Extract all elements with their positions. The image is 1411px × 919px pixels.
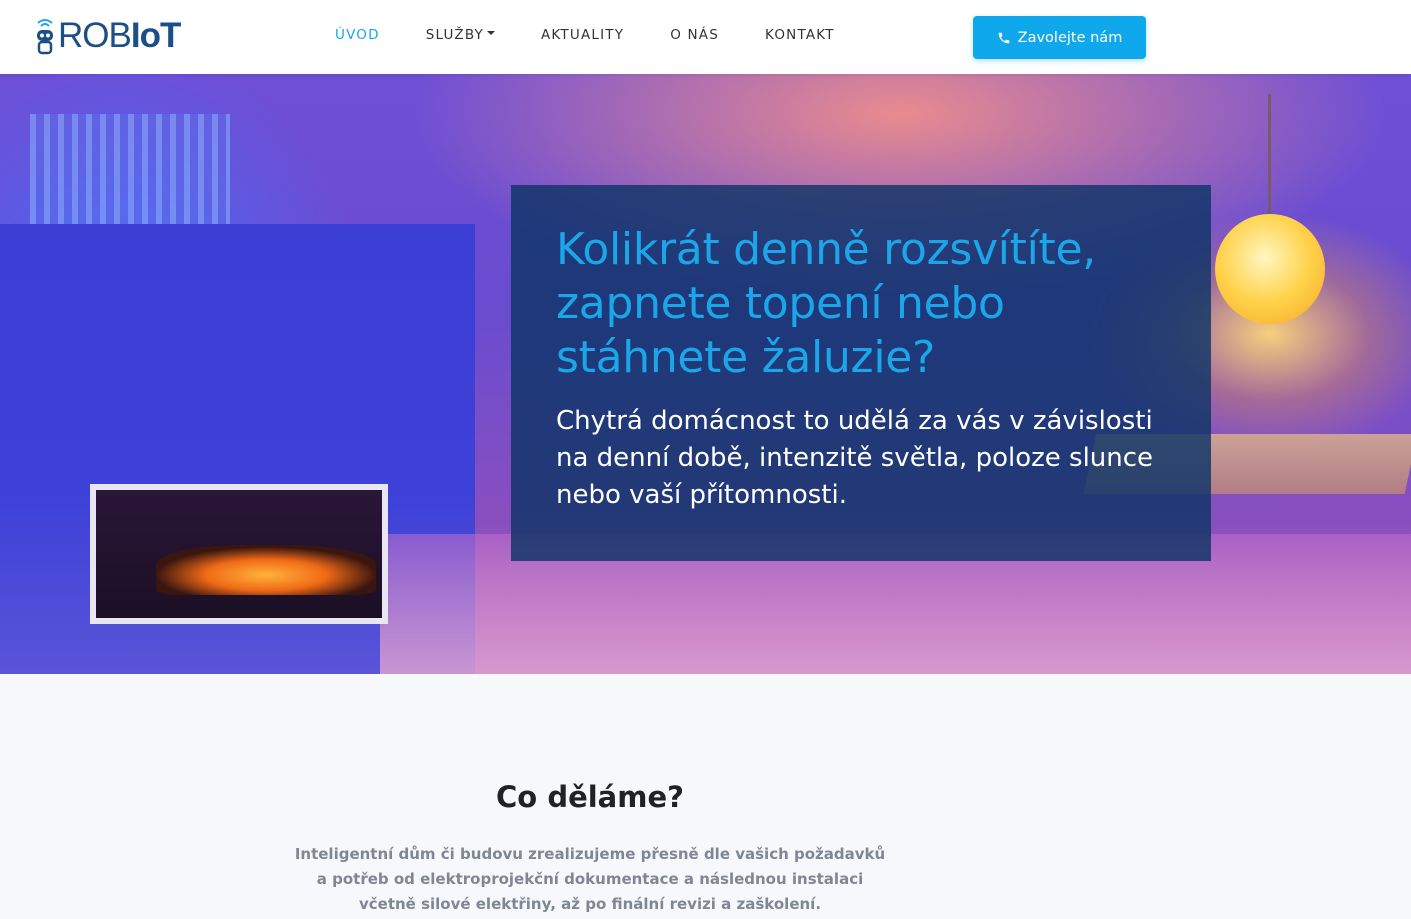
section-title: Co děláme? bbox=[496, 780, 684, 814]
nav-item-sluzby[interactable]: SLUŽBY bbox=[403, 24, 518, 46]
main-nav: ÚVOD SLUŽBY AKTUALITY O NÁS KONTAKT bbox=[312, 24, 858, 46]
hero-text-box: Kolikrát denně rozsvítíte, zapnete topen… bbox=[511, 185, 1211, 561]
nav-item-o-nas[interactable]: O NÁS bbox=[647, 24, 742, 46]
robot-icon bbox=[37, 19, 53, 55]
logo-text: ROBIoT bbox=[58, 16, 181, 55]
logo-iot: IoT bbox=[130, 16, 181, 55]
nav-item-aktuality[interactable]: AKTUALITY bbox=[518, 24, 647, 46]
logo[interactable]: ROBIoT bbox=[34, 16, 181, 56]
caret-down-icon bbox=[486, 31, 495, 35]
hero-title: Kolikrát denně rozsvítíte, zapnete topen… bbox=[556, 224, 1096, 383]
call-us-button[interactable]: Zavolejte nám bbox=[973, 16, 1146, 59]
phone-icon bbox=[998, 32, 1009, 43]
hero-subtitle: Chytrá domácnost to udělá za vás v závis… bbox=[556, 406, 1154, 510]
fire-graphic bbox=[156, 545, 376, 595]
nav-item-kontakt[interactable]: KONTAKT bbox=[742, 24, 858, 46]
pendant-lamp-graphic bbox=[1215, 214, 1325, 324]
what-we-do-section: Co děláme? Inteligentní dům či budovu zr… bbox=[0, 674, 1411, 919]
section-text: Inteligentní dům či budovu zrealizujeme … bbox=[294, 845, 886, 913]
nav-item-sluzby-label: SLUŽBY bbox=[425, 27, 484, 43]
fireplace-graphic bbox=[90, 484, 388, 624]
nav-item-uvod[interactable]: ÚVOD bbox=[312, 24, 403, 46]
lamp-cord-graphic bbox=[1268, 94, 1271, 219]
logo-rob: ROB bbox=[58, 16, 132, 55]
hero-banner: Kolikrát denně rozsvítíte, zapnete topen… bbox=[0, 74, 1411, 674]
navbar: ROBIoT ÚVOD SLUŽBY AKTUALITY O NÁS KONTA… bbox=[0, 0, 1411, 74]
call-us-label: Zavolejte nám bbox=[1017, 29, 1123, 46]
